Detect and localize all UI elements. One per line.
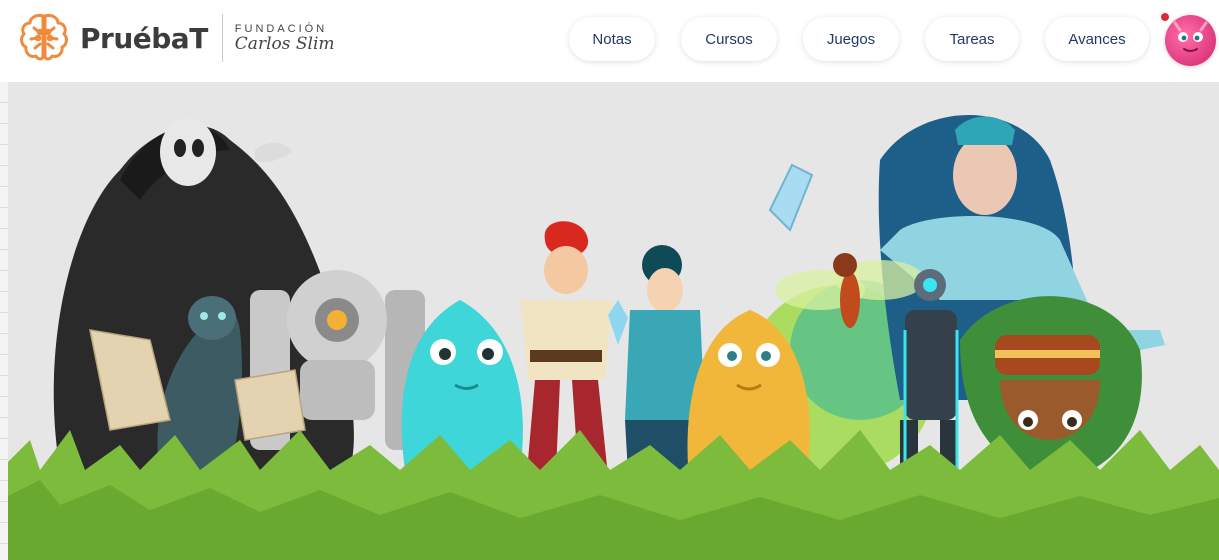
top-header: PruébaT FUNDACIÓN Carlos Slim Notas Curs… <box>0 0 1219 82</box>
brain-logo-icon <box>20 14 68 61</box>
nav-label: Avances <box>1068 30 1126 48</box>
nav-cursos-button[interactable]: Cursos <box>681 17 777 61</box>
user-avatar-button[interactable] <box>1165 15 1216 66</box>
nav-tareas-button[interactable]: Tareas <box>925 17 1019 61</box>
partner-logo: FUNDACIÓN Carlos Slim <box>235 23 335 54</box>
brand-name: PruébaT <box>80 21 208 55</box>
nav-notas-button[interactable]: Notas <box>569 17 655 61</box>
nav-juegos-button[interactable]: Juegos <box>803 17 899 61</box>
nav-label: Notas <box>592 30 632 48</box>
partner-bottom-text: Carlos Slim <box>234 33 335 54</box>
nav-label: Juegos <box>826 30 876 48</box>
notification-badge[interactable] <box>1159 11 1171 23</box>
left-ruled-edge <box>0 82 8 560</box>
hero-banner <box>0 82 1219 560</box>
logo-divider <box>221 14 223 62</box>
nav-label: Cursos <box>705 30 753 48</box>
cartoon-characters-icon <box>0 115 1219 560</box>
nav-label: Tareas <box>949 30 995 48</box>
brand-logo[interactable]: PruébaT FUNDACIÓN Carlos Slim <box>16 8 335 68</box>
nav-avances-button[interactable]: Avances <box>1045 17 1149 61</box>
monster-avatar-icon <box>1173 21 1208 52</box>
